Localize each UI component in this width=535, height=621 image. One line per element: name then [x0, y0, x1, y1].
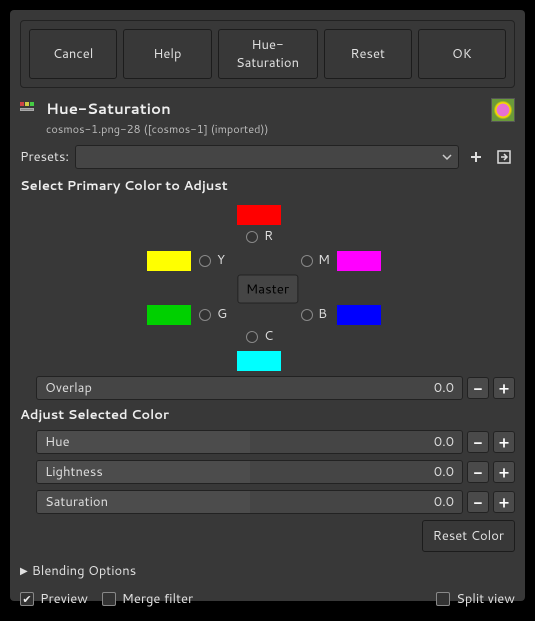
presets-dropdown[interactable]	[75, 145, 459, 169]
swatch-cyan[interactable]	[237, 351, 281, 371]
help-button[interactable]: Help	[123, 29, 211, 79]
saturation-plus[interactable]: +	[493, 491, 515, 513]
add-preset-button[interactable]	[465, 146, 487, 168]
dialog-button-bar: Cancel Help Hue-Saturation Reset OK	[20, 20, 515, 88]
manage-preset-button[interactable]	[493, 146, 515, 168]
hue-slider[interactable]: Hue 0.0	[36, 430, 463, 454]
triangle-right-icon: ▶	[20, 564, 28, 578]
swatch-red[interactable]	[237, 205, 281, 225]
title-button[interactable]: Hue-Saturation	[218, 29, 318, 79]
presets-label: Presets:	[20, 148, 69, 166]
reset-color-button[interactable]: Reset Color	[422, 520, 515, 552]
blending-options-label: Blending Options	[32, 562, 136, 580]
radio-red[interactable]	[246, 231, 258, 243]
cancel-button[interactable]: Cancel	[29, 29, 117, 79]
hue-minus[interactable]: −	[467, 431, 489, 453]
lightness-value: 0.0	[434, 463, 454, 481]
lightness-plus[interactable]: +	[493, 461, 515, 483]
radio-yellow[interactable]	[199, 255, 211, 267]
arrow-box-icon	[497, 150, 511, 164]
swatch-yellow[interactable]	[147, 251, 191, 271]
hue-value: 0.0	[434, 433, 454, 451]
radio-magenta[interactable]	[301, 255, 313, 267]
overlap-plus[interactable]: +	[493, 377, 515, 399]
plus-icon	[469, 150, 483, 164]
merge-filter-label: Merge filter	[122, 590, 193, 608]
preview-check[interactable]: Preview	[20, 590, 88, 608]
checkbox-icon	[20, 592, 34, 606]
checkbox-icon	[102, 592, 116, 606]
primary-color-label: Select Primary Color to Adjust	[20, 177, 515, 195]
lightness-slider[interactable]: Lightness 0.0	[36, 460, 463, 484]
dialog-subtitle: cosmos-1.png-28 ([cosmos-1] (imported))	[46, 121, 481, 137]
hue-label: Hue	[45, 433, 70, 451]
dialog-header: Hue-Saturation cosmos-1.png-28 ([cosmos-…	[20, 98, 515, 137]
saturation-slider[interactable]: Saturation 0.0	[36, 490, 463, 514]
hue-plus[interactable]: +	[493, 431, 515, 453]
reset-button[interactable]: Reset	[324, 29, 412, 79]
tool-icon	[20, 102, 36, 118]
chevron-down-icon	[442, 152, 452, 162]
label-yellow: Y	[217, 251, 225, 269]
swatch-blue[interactable]	[337, 305, 381, 325]
radio-cyan[interactable]	[246, 331, 258, 343]
label-blue: B	[318, 305, 327, 323]
label-green: G	[217, 305, 227, 323]
dialog-title: Hue-Saturation	[46, 98, 481, 119]
lightness-minus[interactable]: −	[467, 461, 489, 483]
overlap-minus[interactable]: −	[467, 377, 489, 399]
ok-button[interactable]: OK	[418, 29, 506, 79]
label-magenta: M	[318, 251, 330, 269]
radio-blue[interactable]	[301, 309, 313, 321]
overlap-value: 0.0	[434, 379, 454, 397]
swatch-magenta[interactable]	[337, 251, 381, 271]
split-view-label: Split view	[456, 590, 515, 608]
split-view-check[interactable]: Split view	[436, 590, 515, 608]
swatch-green[interactable]	[147, 305, 191, 325]
radio-green[interactable]	[199, 309, 211, 321]
blending-options-disclosure[interactable]: ▶ Blending Options	[20, 562, 515, 580]
saturation-value: 0.0	[434, 493, 454, 511]
overlap-slider[interactable]: Overlap 0.0	[36, 376, 463, 400]
label-cyan: C	[264, 327, 273, 345]
color-wheel: R M Y Master G B C	[20, 201, 515, 376]
lightness-label: Lightness	[45, 463, 103, 481]
image-thumbnail[interactable]	[491, 98, 515, 122]
saturation-minus[interactable]: −	[467, 491, 489, 513]
merge-filter-check[interactable]: Merge filter	[102, 590, 193, 608]
preview-label: Preview	[40, 590, 88, 608]
master-button[interactable]: Master	[237, 274, 298, 303]
saturation-label: Saturation	[45, 493, 108, 511]
overlap-label: Overlap	[45, 379, 92, 397]
checkbox-icon	[436, 592, 450, 606]
label-red: R	[264, 227, 273, 245]
adjust-color-label: Adjust Selected Color	[20, 406, 515, 424]
